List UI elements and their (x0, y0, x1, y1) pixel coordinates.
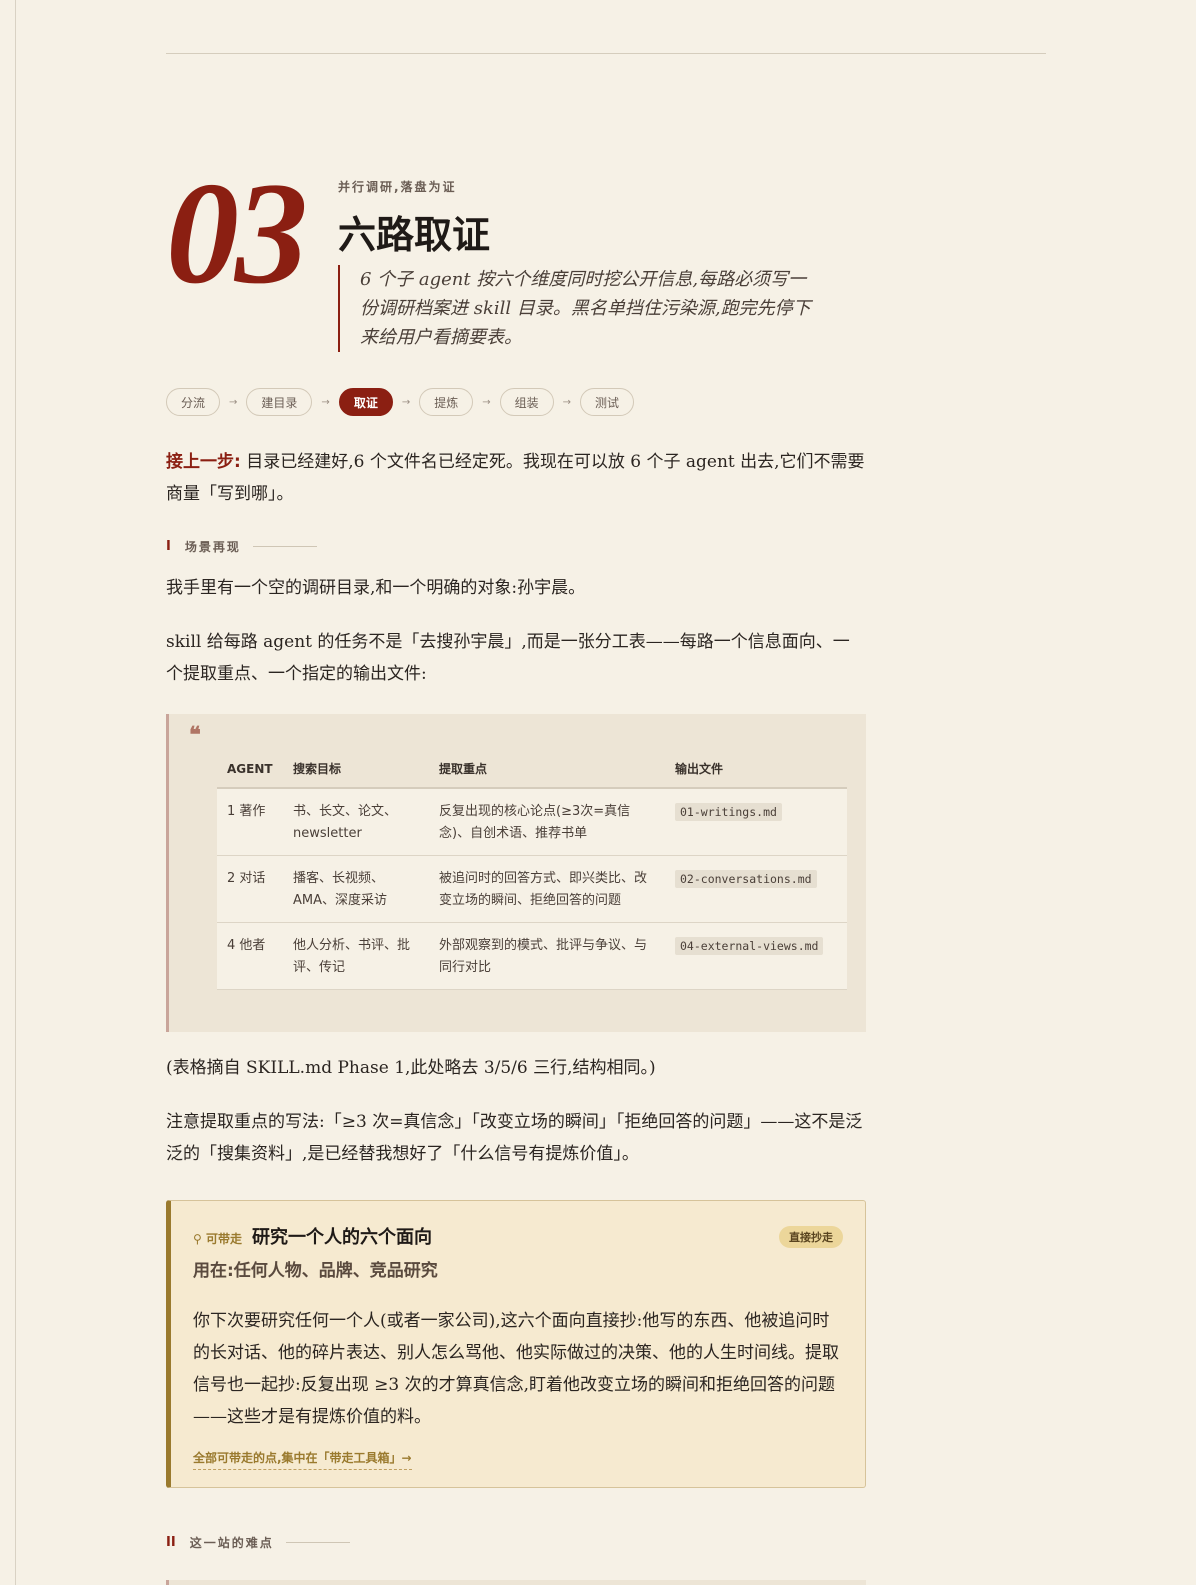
paragraph-3: (表格摘自 SKILL.md Phase 1,此处略去 3/5/6 三行,结构相… (166, 1058, 656, 1078)
chapter-lede: 6 个子 agent 按六个维度同时挖公开信息,每路必须写一份调研档案进 ski… (338, 265, 818, 352)
table-cell: 4 他者 (217, 922, 283, 990)
quote-block: ❝ AGENT 搜索目标 提取重点 输出文件 1 著作 书、长文、论文、newslett… (166, 714, 866, 1032)
table-row: 2 对话 播客、长视频、AMA、深度采访 被追问时的回答方式、即兴类比、改变立场的瞬… (217, 855, 847, 923)
step-arrow-icon: → (401, 396, 411, 408)
step-arrow-icon: → (229, 396, 238, 408)
next-block-edge (166, 1580, 866, 1585)
step-arrow-icon: → (482, 396, 491, 408)
step-pill[interactable]: 组装 (499, 388, 554, 416)
chapter-number: 03 (166, 152, 308, 314)
table-cell: 他人分析、书评、批评、传记 (283, 922, 429, 990)
takeaway-header: ⚲ 可带走 研究一个人的六个面向 (193, 1223, 432, 1249)
step-pill[interactable]: 建目录 (246, 388, 313, 416)
output-filename: 04-external-views.md (675, 937, 824, 955)
paragraph-4: 注意提取重点的写法:「≥3 次=真信念」「改变立场的瞬间」「拒绝回答的问题」——… (166, 1112, 863, 1164)
takeaway-body: 你下次要研究任何一个人(或者一家公司),这六个面向直接抄:他写的东西、他被追问时… (193, 1311, 839, 1427)
step-arrow-icon: → (562, 396, 572, 408)
quote-mark-icon: ❝ (189, 722, 201, 748)
takeaway-tag: ⚲ 可带走 (193, 1230, 242, 1247)
step-arrow-icon: → (321, 396, 330, 408)
table-row: 4 他者 他人分析、书评、批评、传记 外部观察到的模式、批评与争议、与同行对比 04-… (217, 922, 847, 990)
section-rule (285, 1542, 350, 1543)
recap-text: 目录已经建好,6 个文件名已经定死。我现在可以放 6 个子 agent 出去,它… (166, 452, 865, 504)
table-cell: 播客、长视频、AMA、深度采访 (283, 855, 429, 923)
table-header-cell: 提取重点 (429, 754, 665, 789)
recap-lead: 接上一步: (166, 452, 241, 472)
table-cell: 反复出现的核心论点(≥3次=真信念)、自创术语、推荐书单 (429, 788, 665, 856)
table-cell: 1 著作 (217, 788, 283, 856)
table-cell: 01-writings.md (665, 788, 847, 856)
agent-task-table: AGENT 搜索目标 提取重点 输出文件 1 著作 书、长文、论文、newsletter… (217, 754, 847, 990)
takeaway-subtitle: 用在:任何人物、品牌、竞品研究 (193, 1261, 438, 1281)
paragraph-2: skill 给每路 agent 的任务不是「去搜孙宇晨」,而是一张分工表——每路… (166, 632, 850, 684)
table-header-cell: AGENT (217, 754, 283, 789)
section-rule (252, 546, 317, 547)
section-roman: II (166, 1535, 176, 1550)
paragraph-1: 我手里有一个空的调研目录,和一个明确的对象:孙宇晨。 (166, 578, 586, 598)
table-body: 1 著作 书、长文、论文、newsletter 反复出现的核心论点(≥3次=真信念)… (217, 788, 847, 990)
process-steps: 分流 → 建目录 → 取证 → 提炼 → 组装 → 测试 (166, 388, 635, 416)
table-row: 1 著作 书、长文、论文、newsletter 反复出现的核心论点(≥3次=真信念)… (217, 788, 847, 856)
step-pill[interactable]: 取证 (338, 388, 393, 416)
takeaway-card: ⚲ 可带走 研究一个人的六个面向 直接抄走 用在:任何人物、品牌、竞品研究 你下… (166, 1200, 866, 1488)
table-cell: 2 对话 (217, 855, 283, 923)
step-pill[interactable]: 提炼 (419, 388, 474, 416)
section-heading-difficulty: II 这一站的难点 (166, 1534, 350, 1551)
table-header-row: AGENT 搜索目标 提取重点 输出文件 (217, 754, 847, 789)
section-roman: I (166, 539, 171, 554)
table-cell: 书、长文、论文、newsletter (283, 788, 429, 856)
step-pill[interactable]: 分流 (166, 388, 221, 416)
chapter-title: 六路取证 (338, 213, 491, 257)
takeaway-title: 研究一个人的六个面向 (251, 1227, 432, 1248)
table-header-cell: 搜索目标 (283, 754, 429, 789)
output-filename: 02-conversations.md (675, 870, 817, 888)
section-title: 这一站的难点 (189, 1536, 274, 1550)
takeaway-tag-label: 可带走 (205, 1232, 242, 1246)
table-cell: 外部观察到的模式、批评与争议、与同行对比 (429, 922, 665, 990)
recap-paragraph: 接上一步: 目录已经建好,6 个文件名已经定死。我现在可以放 6 个子 agen… (166, 446, 866, 510)
top-divider (166, 53, 1046, 54)
section-heading-scene: I 场景再现 (166, 538, 317, 555)
table-cell: 04-external-views.md (665, 922, 847, 990)
section-title: 场景再现 (184, 540, 241, 554)
chapter-header: 03 并行调研,落盘为证 六路取证 6 个子 agent 按六个维度同时挖公开信… (166, 160, 866, 360)
page-left-rule (15, 0, 16, 1585)
copy-badge: 直接抄走 (779, 1226, 843, 1248)
output-filename: 01-writings.md (675, 803, 782, 821)
toolbox-link[interactable]: 全部可带走的点,集中在「带走工具箱」→ (193, 1449, 412, 1470)
chapter-kicker: 并行调研,落盘为证 (338, 180, 457, 194)
table-header-cell: 输出文件 (665, 754, 847, 789)
step-pill[interactable]: 测试 (580, 388, 635, 416)
table-cell: 02-conversations.md (665, 855, 847, 923)
pin-icon: ⚲ (193, 1232, 206, 1246)
table-cell: 被追问时的回答方式、即兴类比、改变立场的瞬间、拒绝回答的问题 (429, 855, 665, 923)
